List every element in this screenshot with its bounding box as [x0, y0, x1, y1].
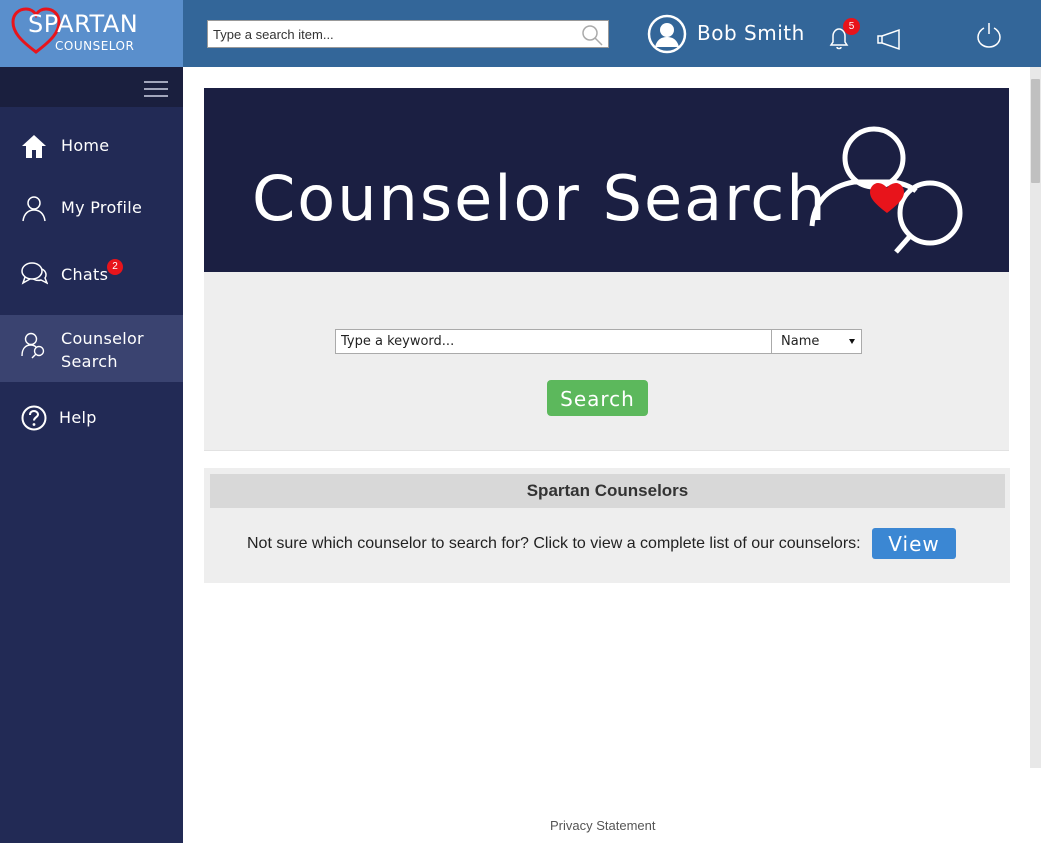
keyword-input[interactable]	[336, 330, 772, 353]
sidebar-item-label: Chats	[61, 265, 109, 284]
search-filter-select[interactable]: Name	[772, 330, 861, 353]
counselors-prompt: Not sure which counselor to search for? …	[247, 535, 861, 552]
home-icon	[22, 135, 46, 158]
logo-title: SPARTAN	[28, 10, 139, 38]
sidebar-item-my-profile[interactable]: My Profile	[0, 181, 183, 235]
sidebar-item-chats[interactable]: Chats 2	[0, 247, 183, 301]
sidebar-item-label: Help	[59, 408, 97, 427]
privacy-statement-link[interactable]: Privacy Statement	[550, 818, 656, 833]
sidebar-toggle-row	[0, 67, 183, 107]
notification-badge: 5	[843, 18, 860, 35]
help-icon	[21, 405, 47, 431]
search-button[interactable]: Search	[547, 380, 648, 416]
user-icon	[22, 196, 46, 222]
power-icon[interactable]	[976, 21, 1002, 49]
sidebar-item-label: My Profile	[61, 198, 143, 217]
top-search-input[interactable]	[208, 21, 568, 47]
page-title: Counselor Search	[252, 162, 828, 235]
vertical-scrollbar[interactable]	[1030, 67, 1041, 768]
hero-banner: Counselor Search	[204, 88, 1009, 272]
counselor-search-icon	[21, 332, 45, 359]
keyword-search-group: Name	[335, 329, 862, 354]
view-counselors-button[interactable]: View	[872, 528, 956, 559]
top-search-box	[207, 20, 609, 48]
sidebar-item-label: Counselor Search	[61, 327, 144, 373]
sidebar-item-counselor-search[interactable]: Counselor Search	[0, 315, 183, 382]
search-icon[interactable]	[580, 23, 604, 47]
search-panel: Name Search	[204, 272, 1009, 451]
top-header: SPARTAN COUNSELOR Bob Smith 5	[0, 0, 1041, 67]
dropdown-arrow-icon	[849, 339, 855, 344]
sidebar-item-home[interactable]: Home	[0, 119, 183, 173]
scrollbar-thumb[interactable]	[1031, 79, 1040, 183]
logo-subtitle: COUNSELOR	[55, 39, 135, 53]
chat-bubbles-icon	[21, 262, 48, 285]
search-filter-value: Name	[781, 334, 820, 349]
sidebar: Home My Profile Chats 2 Counselor Search…	[0, 67, 183, 843]
counselor-search-heart-icon	[809, 126, 963, 254]
sidebar-item-label-line2: Search	[61, 352, 118, 371]
chats-badge: 2	[107, 259, 123, 275]
counselors-panel: Spartan Counselors Not sure which counse…	[204, 468, 1010, 583]
user-avatar-icon[interactable]	[647, 14, 687, 54]
sidebar-item-help[interactable]: Help	[0, 391, 183, 445]
user-name[interactable]: Bob Smith	[697, 21, 805, 45]
sidebar-item-label-line1: Counselor	[61, 329, 144, 348]
app-root: SPARTAN COUNSELOR Bob Smith 5	[0, 0, 1041, 843]
megaphone-icon[interactable]	[875, 27, 903, 51]
hamburger-menu-icon[interactable]	[143, 80, 169, 98]
counselors-panel-header: Spartan Counselors	[210, 474, 1005, 508]
logo[interactable]: SPARTAN COUNSELOR	[0, 0, 183, 67]
sidebar-item-label: Home	[61, 136, 110, 155]
